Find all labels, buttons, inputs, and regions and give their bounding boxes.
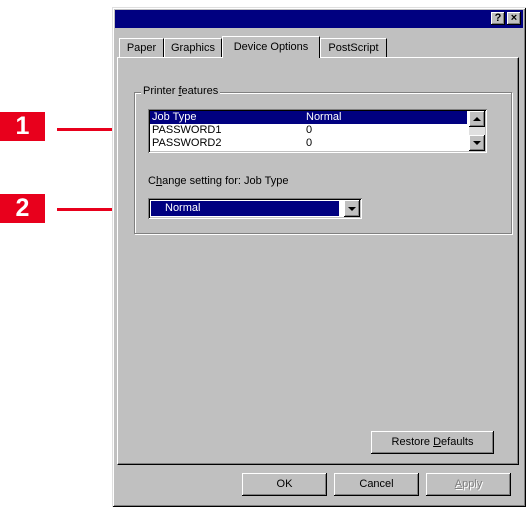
tab-paper[interactable]: Paper: [119, 38, 164, 57]
restore-defaults-button[interactable]: Restore Defaults: [371, 431, 494, 454]
tab-graphics[interactable]: Graphics: [164, 38, 222, 57]
scroll-up-button[interactable]: [469, 111, 485, 127]
printer-features-list[interactable]: Job Type Normal PASSWORD1 0 PASSWORD2 0: [148, 109, 487, 153]
tab-device-options[interactable]: Device Options: [222, 36, 320, 58]
cancel-button[interactable]: Cancel: [334, 473, 419, 496]
dropdown-button[interactable]: [344, 200, 360, 217]
arrow-up-icon: [473, 117, 481, 121]
close-button[interactable]: ×: [507, 12, 521, 25]
callout-1: 1: [0, 112, 45, 141]
help-button[interactable]: ?: [491, 12, 505, 25]
change-setting-dropdown[interactable]: Normal: [148, 198, 362, 219]
printer-properties-dialog: ? × Paper Graphics Device Options PostSc…: [112, 7, 526, 507]
list-item[interactable]: PASSWORD1 0: [150, 124, 467, 137]
feature-value: 0: [306, 124, 313, 136]
list-item[interactable]: PASSWORD2 0: [150, 137, 467, 150]
arrow-down-icon: [473, 141, 481, 145]
apply-button[interactable]: Apply: [426, 473, 511, 496]
dropdown-value: Normal: [151, 201, 339, 216]
scroll-down-button[interactable]: [469, 135, 485, 151]
feature-value: Normal: [306, 111, 342, 123]
change-setting-label: Change setting for: Job Type: [148, 175, 289, 187]
feature-name: PASSWORD1: [152, 124, 222, 136]
tab-postscript[interactable]: PostScript: [320, 38, 387, 57]
list-item[interactable]: Job Type Normal: [150, 111, 467, 124]
feature-name: PASSWORD2: [152, 137, 222, 149]
callout-2: 2: [0, 194, 45, 223]
device-options-panel: Printer features Job Type Normal PASSWOR…: [117, 57, 519, 465]
ok-button[interactable]: OK: [242, 473, 327, 496]
list-scrollbar[interactable]: [469, 111, 485, 151]
chevron-down-icon: [348, 207, 356, 211]
printer-features-label: Printer features: [141, 85, 221, 97]
title-bar: ? ×: [115, 10, 523, 28]
feature-name: Job Type: [152, 111, 197, 123]
feature-value: 0: [306, 137, 313, 149]
